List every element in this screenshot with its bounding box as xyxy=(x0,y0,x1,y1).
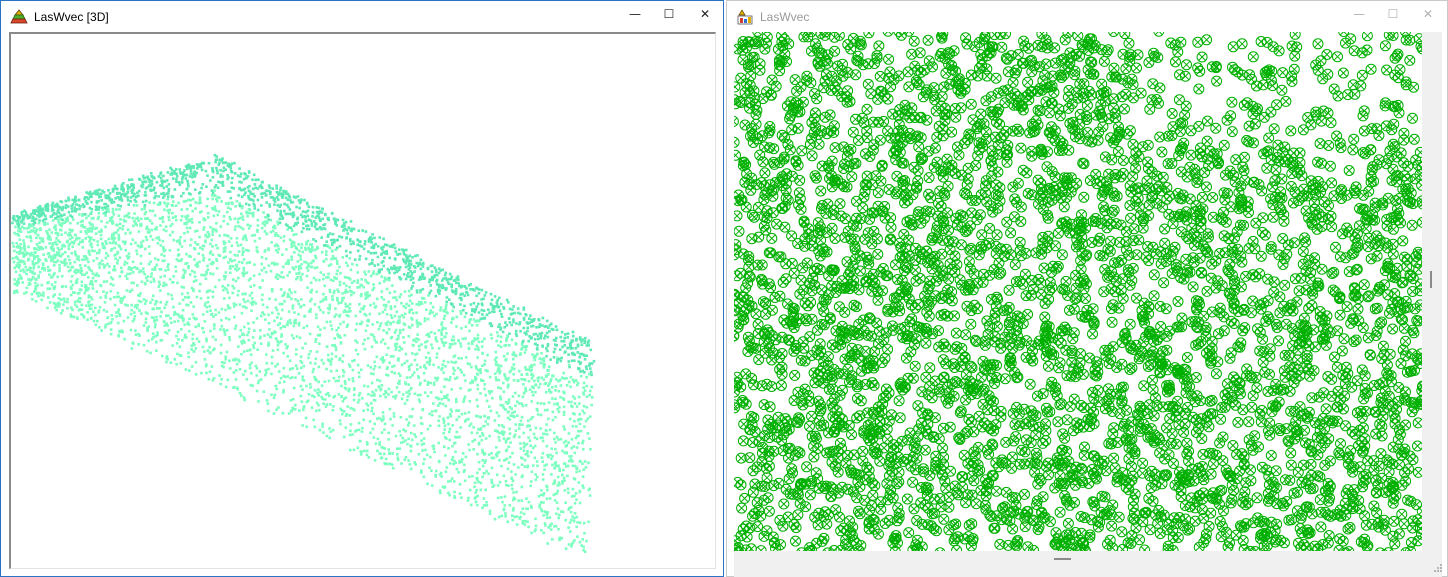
title-bar[interactable]: LasWvec [3D] — ☐ ✕ xyxy=(1,1,723,31)
horizontal-splitter-grip[interactable] xyxy=(1054,558,1071,560)
side-pane-strip xyxy=(1422,32,1442,551)
minimize-button[interactable]: — xyxy=(618,1,652,27)
laswvec-app-icon[interactable] xyxy=(10,9,28,25)
desktop: LasWvec [3D] — ☐ ✕ LasWvec — ☐ ✕ xyxy=(0,0,1448,577)
close-button[interactable]: ✕ xyxy=(1411,1,1445,27)
point-cloud-3d-view[interactable] xyxy=(9,32,716,569)
laswvec-doc-icon[interactable] xyxy=(736,9,754,25)
maximize-button[interactable]: ☐ xyxy=(1376,1,1410,27)
minimize-button[interactable]: — xyxy=(1342,1,1376,27)
title-bar[interactable]: LasWvec — ☐ ✕ xyxy=(727,1,1447,31)
maximize-button[interactable]: ☐ xyxy=(652,1,686,27)
laswvec-2d-window[interactable]: LasWvec — ☐ ✕ xyxy=(726,0,1448,577)
window-title: LasWvec xyxy=(760,10,810,24)
point-plot-2d-view[interactable] xyxy=(734,32,1422,551)
bottom-pane-strip xyxy=(734,551,1442,577)
resize-grip-icon[interactable] xyxy=(1433,563,1443,573)
point-cloud-points xyxy=(11,154,596,553)
point-plot-canvas[interactable] xyxy=(734,32,1422,551)
close-button[interactable]: ✕ xyxy=(688,1,722,27)
point-markers xyxy=(734,32,1422,551)
laswvec-3d-window[interactable]: LasWvec [3D] — ☐ ✕ xyxy=(0,0,724,577)
vertical-splitter-grip[interactable] xyxy=(1430,271,1432,288)
window-title: LasWvec [3D] xyxy=(34,10,109,24)
point-cloud-canvas[interactable] xyxy=(11,34,715,568)
